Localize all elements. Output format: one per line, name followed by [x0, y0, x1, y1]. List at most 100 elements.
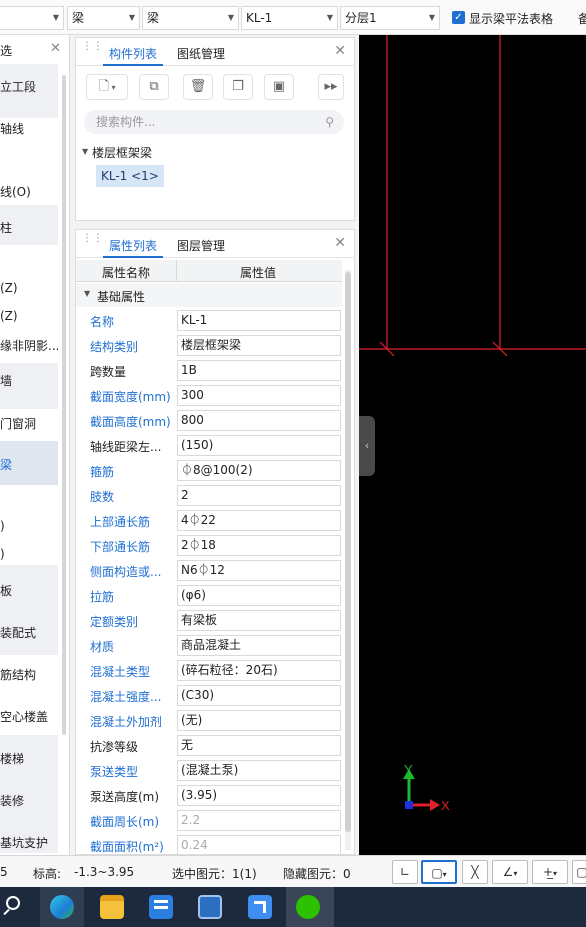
close-icon[interactable]: ✕	[334, 235, 346, 251]
duplicate-component-button[interactable]: ❐	[223, 74, 253, 100]
more-tools-button[interactable]: ▸▸	[318, 74, 344, 100]
add-point-button[interactable]: +̲▾	[532, 860, 568, 884]
nav-item[interactable]: 楼梯	[0, 750, 58, 767]
nav-item[interactable]: 板	[0, 582, 58, 599]
property-scrollbar-track[interactable]	[345, 270, 351, 850]
nav-item[interactable]: 筋结构	[0, 666, 58, 683]
property-row[interactable]: 泵送类型 (混凝土泵)	[76, 758, 342, 783]
nav-item[interactable]: 墙	[0, 372, 58, 389]
property-row[interactable]: 混凝土类型 (碎石粒径：20石)	[76, 658, 342, 683]
property-row[interactable]: 侧面构造或... N6⏀12	[76, 558, 342, 583]
tree-collapse-icon[interactable]: ▼	[82, 147, 88, 156]
drag-handle-icon[interactable]: ⋮⋮	[82, 234, 103, 250]
nav-item[interactable]: 装配式	[0, 624, 58, 641]
property-value-field[interactable]: 有梁板	[177, 610, 341, 631]
property-row[interactable]: 结构类别 楼层框架梁	[76, 333, 342, 358]
component-search-input[interactable]: 搜索构件... ⚲	[84, 110, 344, 134]
ortho-mode-button[interactable]: ∟	[392, 860, 418, 884]
property-value-field[interactable]: (φ6)	[177, 585, 341, 606]
angle-button[interactable]: ∠▾	[492, 860, 528, 884]
property-value-field[interactable]: 2	[177, 485, 341, 506]
property-value-field[interactable]: 1B	[177, 360, 341, 381]
tab-layer-management[interactable]: 图层管理	[177, 237, 225, 254]
close-icon[interactable]: ✕	[334, 43, 346, 59]
property-row[interactable]: 混凝土强度... (C30)	[76, 683, 342, 708]
copy-component-button[interactable]: ⧉	[139, 74, 169, 100]
property-value-field[interactable]: ⏀8@100(2)	[177, 460, 341, 481]
nav-item[interactable]: 立工段	[0, 78, 58, 95]
taskbar-search[interactable]	[0, 887, 38, 927]
save-component-button[interactable]: ▣	[264, 74, 294, 100]
snap-box-button[interactable]: ▢▾	[421, 860, 457, 884]
property-value-field[interactable]: (3.95)	[177, 785, 341, 806]
taskbar-wechat[interactable]	[286, 887, 334, 927]
property-value-field[interactable]: (混凝土泵)	[177, 760, 341, 781]
nav-item[interactable]: 柱	[0, 219, 58, 236]
delete-component-button[interactable]: 🗑	[183, 74, 213, 100]
property-value-field[interactable]: N6⏀12	[177, 560, 341, 581]
taskbar-app-3[interactable]	[238, 887, 282, 927]
property-row[interactable]: 截面宽度(mm) 300	[76, 383, 342, 408]
nav-item[interactable]: (Z)	[0, 309, 58, 323]
nav-item[interactable]: 轴线	[0, 120, 58, 137]
nav-item[interactable]: )	[0, 519, 58, 533]
property-scrollbar-thumb[interactable]	[345, 272, 351, 832]
property-row[interactable]: 箍筋 ⏀8@100(2)	[76, 458, 342, 483]
property-row[interactable]: 抗渗等级 无	[76, 733, 342, 758]
property-row[interactable]: 混凝土外加剂 (无)	[76, 708, 342, 733]
tree-root-frame-beam[interactable]: 楼层框架梁	[92, 144, 152, 161]
property-row[interactable]: 名称 KL-1	[76, 308, 342, 333]
tree-item-kl1[interactable]: KL-1 <1>	[96, 165, 164, 187]
property-value-field[interactable]: (无)	[177, 710, 341, 731]
property-row[interactable]: 肢数 2	[76, 483, 342, 508]
taskbar-edge[interactable]	[40, 887, 84, 927]
close-icon[interactable]: ✕	[50, 41, 61, 56]
property-row[interactable]: 材质 商品混凝土	[76, 633, 342, 658]
floor-dropdown[interactable]: ▼	[0, 6, 64, 30]
tab-component-list[interactable]: 构件列表	[109, 45, 157, 62]
property-row[interactable]: 定额类别 有梁板	[76, 608, 342, 633]
nav-scrollbar[interactable]	[62, 75, 66, 735]
more-status-button[interactable]: ▢	[572, 860, 586, 884]
nav-item[interactable]: 装修	[0, 792, 58, 809]
property-row[interactable]: 跨数量 1B	[76, 358, 342, 383]
property-row[interactable]: 拉筋 (φ6)	[76, 583, 342, 608]
property-value-field[interactable]: 2⏀18	[177, 535, 341, 556]
search-icon[interactable]: ⚲	[325, 110, 334, 134]
property-value-field[interactable]: KL-1	[177, 310, 341, 331]
property-value-field[interactable]: (C30)	[177, 685, 341, 706]
new-component-button[interactable]: 🗋 ▾	[86, 74, 128, 100]
nav-item[interactable]: 空心楼盖	[0, 708, 58, 725]
tab-drawing-management[interactable]: 图纸管理	[177, 45, 225, 62]
category-dropdown[interactable]: 梁 ▼	[67, 6, 140, 30]
nav-item[interactable]: )	[0, 547, 58, 561]
group-collapse-icon[interactable]: ▼	[84, 289, 90, 298]
taskbar-app-1[interactable]	[139, 887, 183, 927]
nav-item[interactable]: 线(O)	[0, 183, 58, 200]
property-row[interactable]: 下部通长筋 2⏀18	[76, 533, 342, 558]
property-value-field[interactable]: 300	[177, 385, 341, 406]
toolbar-overflow-label[interactable]: 备	[578, 10, 586, 27]
taskbar-app-2[interactable]	[188, 887, 232, 927]
property-row[interactable]: 截面周长(m) 2.2	[76, 808, 342, 833]
property-value-field[interactable]: 800	[177, 410, 341, 431]
show-beam-table-label[interactable]: 显示梁平法表格	[469, 10, 553, 27]
drawing-canvas[interactable]: Y X	[359, 35, 586, 855]
nav-item[interactable]: (Z)	[0, 281, 58, 295]
property-group-basic[interactable]: ▼ 基础属性	[76, 283, 342, 307]
nav-item-beam[interactable]: 梁	[0, 456, 58, 473]
nav-item[interactable]: 门窗洞	[0, 415, 58, 432]
layer-dropdown[interactable]: 分层1 ▼	[340, 6, 440, 30]
taskbar-explorer[interactable]	[90, 887, 134, 927]
property-row[interactable]: 轴线距梁左... (150)	[76, 433, 342, 458]
property-row[interactable]: 截面高度(mm) 800	[76, 408, 342, 433]
cross-select-button[interactable]: ╳	[462, 860, 488, 884]
property-value-field[interactable]: (碎石粒径：20石)	[177, 660, 341, 681]
drag-handle-icon[interactable]: ⋮⋮	[82, 42, 103, 58]
nav-item[interactable]: 缘非阴影...	[0, 337, 58, 354]
property-value-field[interactable]: (150)	[177, 435, 341, 456]
type-dropdown[interactable]: 梁 ▼	[142, 6, 239, 30]
tab-property-list[interactable]: 属性列表	[109, 237, 157, 254]
property-value-field[interactable]: 商品混凝土	[177, 635, 341, 656]
property-value-field[interactable]: 无	[177, 735, 341, 756]
